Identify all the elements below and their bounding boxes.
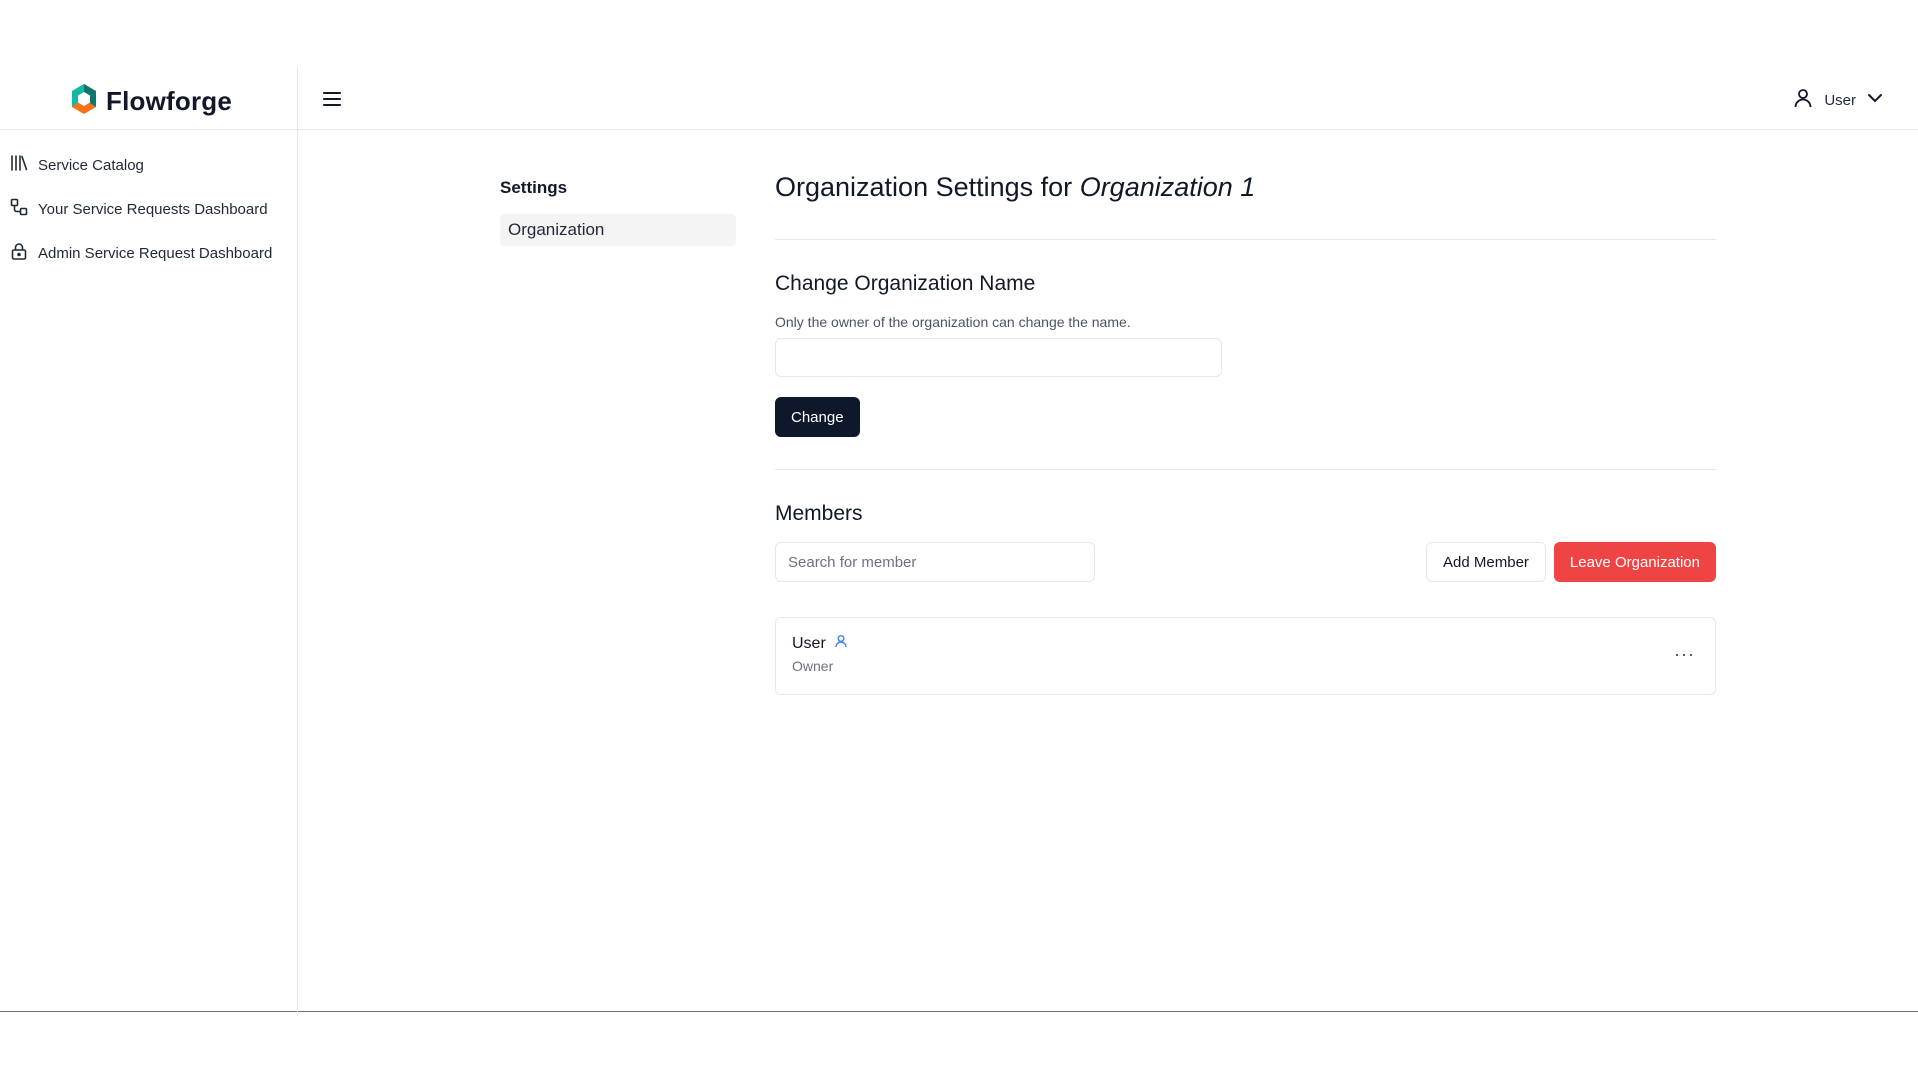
sidebar: Flowforge Service Catalog Your Service R… (0, 67, 298, 1012)
more-options-icon[interactable]: ··· (1674, 644, 1695, 665)
member-search-input[interactable] (775, 542, 1095, 582)
library-icon (10, 154, 28, 176)
page-title-org: Organization 1 (1079, 172, 1256, 202)
sidebar-item-label: Admin Service Request Dashboard (38, 244, 273, 262)
top-header: User (298, 67, 1918, 130)
brand[interactable]: Flowforge (70, 81, 232, 121)
page-title: Organization Settings for Organization 1 (775, 168, 1716, 206)
add-member-button[interactable]: Add Member (1426, 542, 1546, 582)
member-card: User Owner ··· (775, 617, 1716, 695)
settings-nav: Settings Organization (500, 178, 736, 246)
main-content: Organization Settings for Organization 1… (775, 168, 1716, 695)
change-button[interactable]: Change (775, 397, 860, 437)
hamburger-menu-icon[interactable] (320, 87, 344, 111)
user-menu[interactable]: User (1792, 87, 1884, 113)
member-role: Owner (792, 658, 834, 674)
brand-name: Flowforge (106, 85, 233, 116)
user-icon (1792, 87, 1814, 113)
sidebar-nav: Service Catalog Your Service Requests Da… (10, 143, 295, 275)
sidebar-item-admin-requests[interactable]: Admin Service Request Dashboard (10, 231, 295, 275)
app-frame: Flowforge Service Catalog Your Service R… (0, 0, 1918, 1012)
user-menu-label: User (1824, 91, 1856, 109)
sidebar-item-label: Your Service Requests Dashboard (38, 200, 268, 218)
sidebar-item-label: Service Catalog (38, 156, 144, 174)
sidebar-item-your-requests[interactable]: Your Service Requests Dashboard (10, 187, 295, 231)
sidebar-item-service-catalog[interactable]: Service Catalog (10, 143, 295, 187)
divider (775, 469, 1716, 470)
person-icon (834, 634, 848, 653)
leave-organization-button[interactable]: Leave Organization (1553, 542, 1716, 582)
member-name-text: User (792, 634, 826, 652)
chevron-down-icon (1866, 89, 1884, 111)
members-toolbar: Add Member Leave Organization (775, 542, 1716, 582)
change-name-title: Change Organization Name (775, 272, 1036, 295)
member-name: User (792, 634, 848, 653)
lock-icon (10, 242, 28, 264)
members-title: Members (775, 502, 863, 525)
page-title-prefix: Organization Settings for (775, 172, 1073, 202)
workflow-icon (10, 198, 28, 220)
organization-name-input[interactable] (775, 338, 1222, 377)
sidebar-divider (0, 129, 297, 130)
settings-item-organization[interactable]: Organization (500, 214, 736, 246)
flowforge-logo-icon (70, 83, 98, 120)
divider (775, 239, 1716, 240)
settings-title: Settings (500, 178, 568, 197)
change-name-hint: Only the owner of the organization can c… (775, 314, 1131, 330)
